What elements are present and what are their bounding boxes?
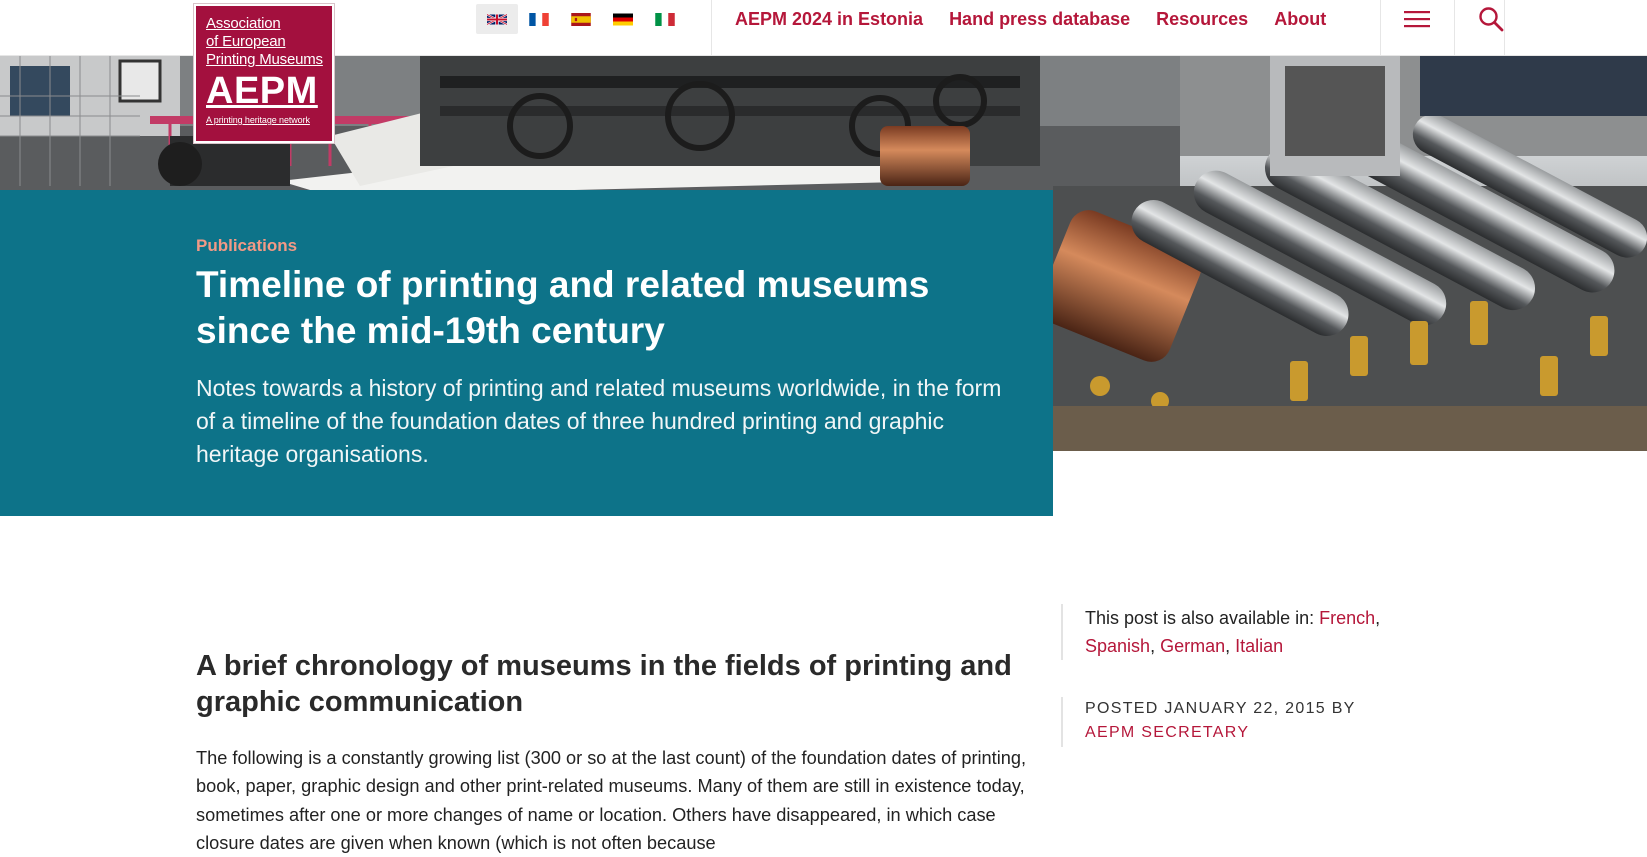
language-german[interactable]: [602, 4, 644, 34]
italian-flag-icon: [655, 12, 675, 26]
language-italian[interactable]: [644, 4, 686, 34]
post-meta: Posted January 22, 2015 by AEPM Secretar…: [1061, 697, 1401, 747]
translation-link-italian[interactable]: Italian: [1235, 636, 1283, 656]
nav-item-hand-press-database[interactable]: Hand press database: [949, 9, 1130, 30]
language-spanish[interactable]: [560, 4, 602, 34]
logo-line-3: Printing Museums: [206, 51, 323, 68]
uk-flag-icon: [487, 13, 507, 25]
nav-item-resources[interactable]: Resources: [1156, 9, 1248, 30]
logo-line-2: of European: [206, 33, 286, 50]
translations-box: This post is also available in: French, …: [1061, 604, 1421, 660]
posted-date: Posted January 22, 2015 by: [1085, 700, 1356, 717]
nav-divider: [1504, 0, 1505, 56]
search-icon: [1479, 7, 1504, 32]
german-flag-icon: [613, 13, 633, 25]
search-button[interactable]: [1455, 0, 1527, 38]
page-title: Timeline of printing and related museums…: [196, 264, 930, 351]
hero-panel: Publications Timeline of printing and re…: [0, 190, 1053, 516]
menu-button[interactable]: [1381, 0, 1453, 38]
page-subtitle: Notes towards a history of printing and …: [196, 375, 1002, 467]
spanish-flag-icon: [571, 12, 591, 26]
author-link[interactable]: AEPM Secretary: [1085, 724, 1249, 741]
logo-tagline: A printing heritage network: [206, 115, 310, 125]
nav-item-aepm-2024[interactable]: AEPM 2024 in Estonia: [735, 9, 923, 30]
nav-item-about[interactable]: About: [1274, 9, 1326, 30]
french-flag-icon: [529, 12, 549, 26]
category-link[interactable]: Publications: [196, 236, 297, 256]
site-logo[interactable]: Association of European Printing Museums…: [194, 4, 334, 143]
hamburger-menu-icon: [1404, 11, 1430, 28]
translation-link-french[interactable]: French: [1319, 608, 1375, 628]
logo-line-1: Association: [206, 15, 281, 32]
translations-label: This post is also available in:: [1085, 608, 1315, 628]
translation-link-german[interactable]: German: [1160, 636, 1225, 656]
main-nav: AEPM 2024 in Estonia Hand press database…: [735, 0, 1352, 38]
nav-divider: [711, 0, 712, 56]
language-switcher: [476, 4, 686, 34]
article-heading: A brief chronology of museums in the fie…: [196, 650, 1012, 718]
article-paragraph: The following is a constantly growing li…: [196, 748, 1027, 854]
translation-link-spanish[interactable]: Spanish: [1085, 636, 1150, 656]
logo-acronym: AEPM: [206, 70, 318, 112]
language-english[interactable]: [476, 4, 518, 34]
language-french[interactable]: [518, 4, 560, 34]
